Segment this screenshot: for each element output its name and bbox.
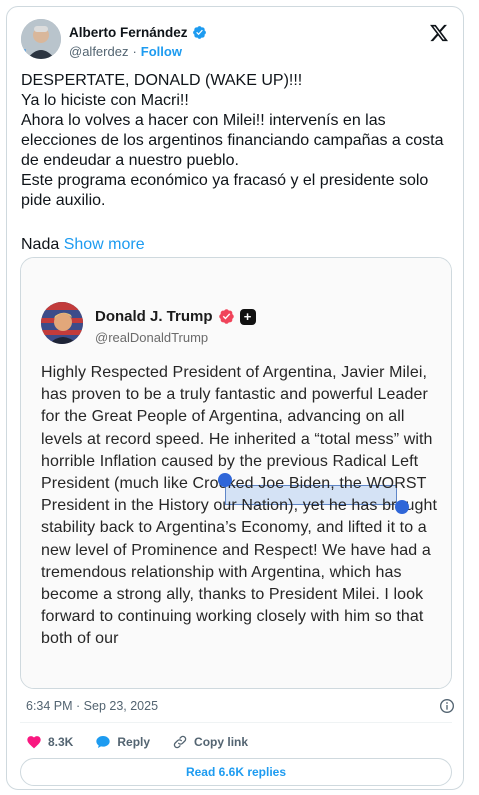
divider [20, 722, 452, 723]
x-logo-icon[interactable] [429, 23, 449, 43]
link-icon [173, 735, 187, 749]
author-avatar[interactable] [21, 19, 61, 59]
author-handle-row: @alferdez · Follow [69, 44, 182, 59]
tweet-timestamp[interactable]: 6:34 PM · Sep 23, 2025 [26, 699, 158, 713]
embedded-tweet-card: Alberto Fernández @alferdez · Follow DES… [6, 6, 464, 790]
separator-dot: · [132, 44, 137, 59]
show-more-link[interactable]: Show more [64, 236, 145, 253]
tweet-body: DESPERTATE, DONALD (WAKE UP)!!! Ya lo hi… [21, 72, 444, 209]
trump-avatar-image [41, 302, 83, 344]
embedded-author-name-row: Donald J. Trump + [95, 308, 256, 325]
author-handle[interactable]: @alferdez [69, 44, 128, 59]
heart-icon [27, 736, 41, 749]
tweet-header: Alberto Fernández @alferdez · Follow [21, 17, 451, 65]
embedded-author-name: Donald J. Trump [95, 308, 213, 325]
like-button[interactable]: 8.3K [26, 734, 73, 750]
reply-bubble-icon [96, 736, 111, 748]
trump-avatar [41, 302, 83, 344]
truncated-word: Nada [21, 236, 60, 253]
embedded-screenshot-media[interactable]: Donald J. Trump + @realDonaldTrump Highl… [20, 257, 452, 689]
reply-label: Reply [117, 735, 151, 749]
selection-start-handle[interactable] [218, 473, 232, 487]
read-replies-button[interactable]: Read 6.6K replies [20, 758, 452, 786]
author-name[interactable]: Alberto Fernández [69, 25, 188, 40]
embedded-author-handle: @realDonaldTrump [95, 330, 209, 345]
author-name-row: Alberto Fernández [69, 25, 207, 40]
reply-button[interactable]: Reply [95, 734, 150, 750]
action-bar: 8.3K Reply Copy link [26, 731, 270, 753]
like-count: 8.3K [48, 735, 74, 749]
follow-button[interactable]: Follow [141, 44, 182, 59]
tweet-truncation-line: Nada Show more [21, 235, 145, 255]
avatar-image [21, 19, 61, 59]
copy-link-label: Copy link [194, 735, 249, 749]
info-icon[interactable] [439, 698, 455, 714]
verified-badge-icon [218, 309, 234, 324]
copy-link-button[interactable]: Copy link [172, 734, 248, 750]
verified-badge-icon [192, 26, 206, 39]
embedded-post-text: Highly Respected President of Argentina,… [41, 364, 438, 648]
truth-social-plus-icon: + [239, 308, 256, 325]
selection-end-handle[interactable] [395, 500, 409, 514]
